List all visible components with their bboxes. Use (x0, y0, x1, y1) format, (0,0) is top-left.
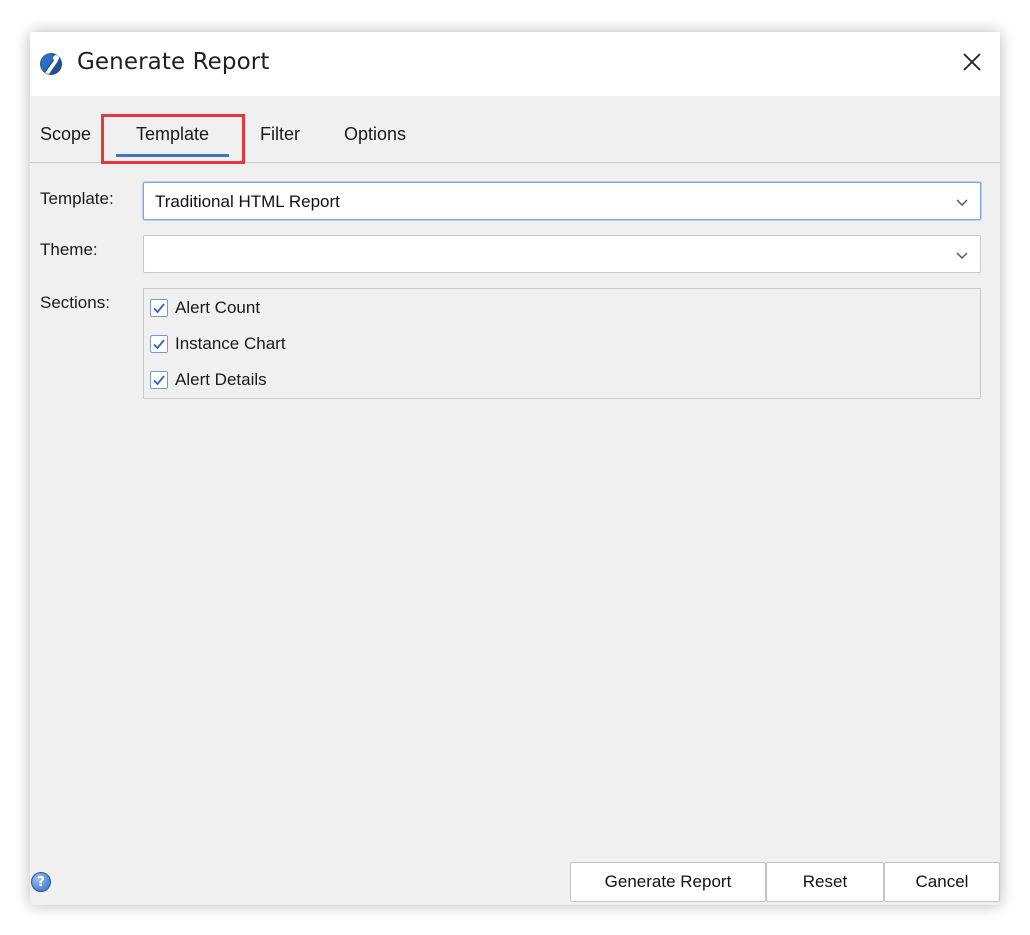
checkbox-checked[interactable] (150, 299, 168, 317)
app-logo-icon (39, 52, 63, 76)
checkbox-checked[interactable] (150, 371, 168, 389)
theme-label: Theme: (40, 240, 98, 259)
close-button[interactable] (954, 46, 990, 82)
chevron-down-icon (954, 247, 970, 263)
template-select-value: Traditional HTML Report (155, 192, 340, 211)
generate-report-button[interactable]: Generate Report (570, 862, 766, 902)
chevron-down-icon (954, 194, 970, 210)
tab-options[interactable]: Options (344, 124, 406, 145)
section-instance-chart[interactable]: Instance Chart (150, 332, 286, 356)
reset-button[interactable]: Reset (766, 862, 884, 902)
section-alert-details[interactable]: Alert Details (150, 368, 267, 392)
generate-report-dialog: Generate Report Scope Template Filter Op… (30, 32, 1000, 905)
check-label: Instance Chart (175, 334, 286, 353)
dialog-title: Generate Report (77, 49, 270, 75)
close-icon (962, 52, 982, 77)
section-alert-count[interactable]: Alert Count (150, 296, 260, 320)
sections-list: Alert Count Instance Chart Alert Details (143, 288, 981, 399)
help-glyph: ? (37, 874, 45, 890)
checkbox-checked[interactable] (150, 335, 168, 353)
tab-scope[interactable]: Scope (40, 124, 91, 145)
tab-template[interactable]: Template (115, 124, 230, 157)
check-label: Alert Details (175, 370, 267, 389)
theme-select[interactable] (143, 235, 981, 273)
template-select[interactable]: Traditional HTML Report (143, 182, 981, 220)
tab-filter[interactable]: Filter (260, 124, 300, 145)
sections-label: Sections: (40, 293, 110, 312)
check-label: Alert Count (175, 298, 261, 317)
help-icon[interactable]: ? (31, 872, 51, 892)
title-bar: Generate Report (30, 32, 1000, 96)
tab-bar: Scope Template Filter Options (30, 96, 1000, 163)
cancel-button[interactable]: Cancel (884, 862, 1000, 902)
template-label: Template: (40, 189, 114, 208)
